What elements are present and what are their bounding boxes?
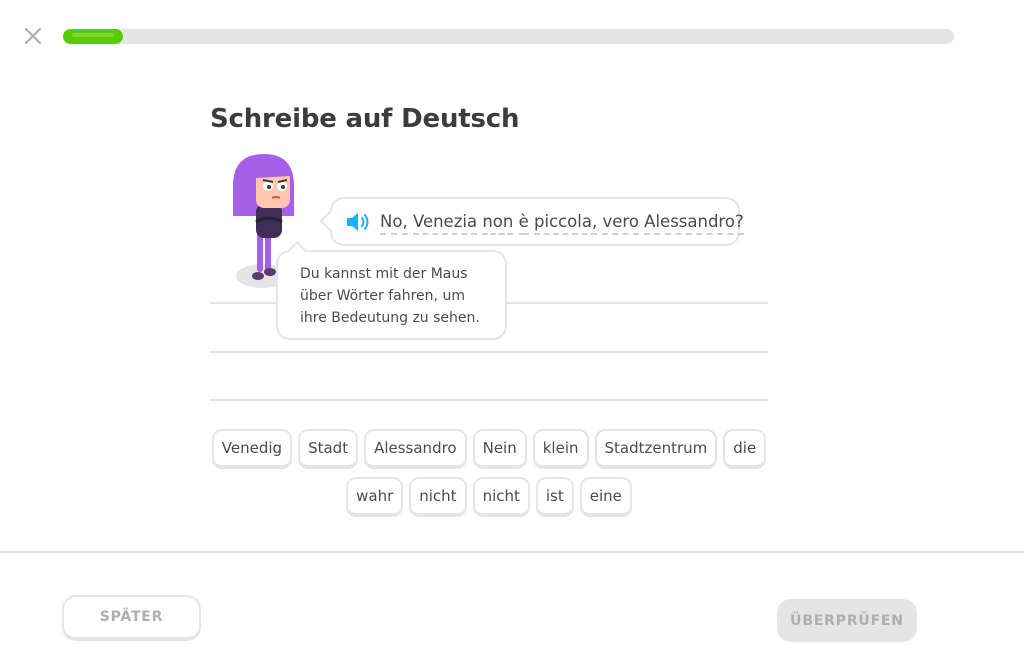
progress-fill <box>63 29 123 44</box>
hint-line: ihre Bedeutung zu sehen. <box>300 310 480 326</box>
speaker-icon <box>347 213 369 231</box>
word-bank-row-1: Venedig Stadt Alessandro Nein klein Stad… <box>0 429 978 469</box>
sentence-word[interactable]: Venezia <box>412 212 478 235</box>
check-button[interactable]: ÜBERPRÜFEN <box>777 599 917 642</box>
sentence-word[interactable]: Alessandro? <box>644 212 744 235</box>
word-tile[interactable]: Nein <box>472 429 527 469</box>
word-tile[interactable]: nicht <box>409 477 467 517</box>
speaker-button[interactable] <box>345 211 373 233</box>
close-button[interactable] <box>22 25 44 47</box>
sentence-word[interactable]: non <box>482 212 514 235</box>
footer-divider <box>0 551 1024 553</box>
answer-line <box>210 399 768 401</box>
word-tile[interactable]: Venedig <box>211 429 293 469</box>
sentence-word[interactable]: No, <box>380 212 408 235</box>
word-tile[interactable]: nicht <box>472 477 530 517</box>
speech-bubble: No, Venezia non è piccola, vero Alessand… <box>330 197 744 246</box>
sentence-word[interactable]: vero <box>602 212 639 235</box>
word-tile[interactable]: Alessandro <box>364 429 467 469</box>
hint-tooltip: Du kannst mit der Maus über Wörter fahre… <box>276 250 507 340</box>
word-bank-row-2: wahr nicht nicht ist eine <box>0 477 978 517</box>
word-tile[interactable]: ist <box>535 477 574 517</box>
page-title: Schreibe auf Deutsch <box>210 104 520 134</box>
word-tile[interactable]: klein <box>532 429 589 469</box>
word-tile[interactable]: wahr <box>346 477 404 517</box>
word-tile[interactable]: eine <box>579 477 632 517</box>
word-tile[interactable]: Stadtzentrum <box>594 429 718 469</box>
word-tile[interactable]: Stadt <box>298 429 359 469</box>
skip-button[interactable]: SPÄTER <box>62 595 201 641</box>
word-tile[interactable]: die <box>723 429 767 469</box>
prompt-sentence: No, Venezia non è piccola, vero Alessand… <box>380 212 744 235</box>
hint-line: über Wörter fahren, um <box>300 288 465 304</box>
progress-bar <box>63 29 954 44</box>
answer-line <box>210 351 768 353</box>
close-icon <box>24 27 42 45</box>
sentence-word[interactable]: è <box>518 212 529 235</box>
sentence-word[interactable]: piccola, <box>533 212 598 235</box>
hint-line: Du kannst mit der Maus <box>300 266 468 282</box>
